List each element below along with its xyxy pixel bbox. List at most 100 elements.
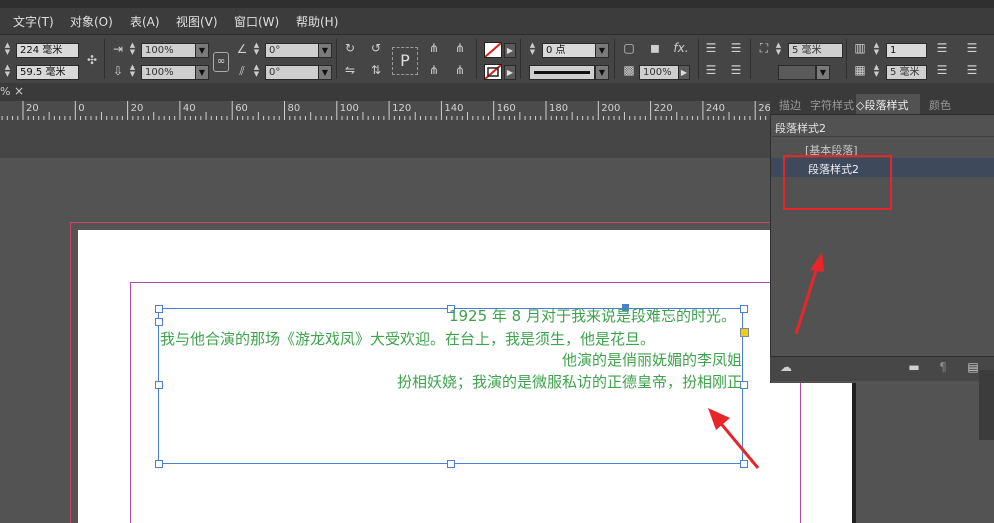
stroke-swatch[interactable] [484, 64, 502, 80]
cloud-library-icon[interactable]: ☁ [778, 360, 794, 374]
handle-bm[interactable] [447, 460, 455, 468]
columns-field[interactable]: 1 [886, 43, 927, 58]
fill-swatch[interactable] [484, 42, 502, 58]
ruler-label: 26 [758, 103, 771, 114]
stroke-weight-dropdown[interactable]: ▼ [595, 43, 609, 58]
flip-vertical-icon[interactable]: ⇅ [368, 63, 384, 77]
stroke-dropdown[interactable]: ▶ [504, 65, 516, 80]
x-field[interactable]: 224 毫米 [16, 43, 79, 58]
ruler-label: 20 [26, 103, 39, 114]
clear-overrides-icon[interactable]: ¶ [935, 360, 951, 374]
tab-stroke[interactable]: 描边 [779, 97, 801, 113]
text-line-4: 扮相妖娆；我演的是微服私访的正德皇帝，扮相刚正 [396, 373, 742, 391]
rotate-stepper[interactable]: ▲ ▼ [252, 42, 261, 57]
flip-horizontal-icon[interactable]: ⇋ [342, 63, 358, 77]
menu-object[interactable]: 对象(O) [70, 13, 113, 30]
opacity-field[interactable]: 100% [639, 65, 680, 80]
align-bottom-icon[interactable]: ☰ [703, 63, 719, 77]
select-content-icon[interactable]: ⋔ [426, 63, 442, 77]
drop-shadow-icon[interactable]: ▢ [621, 41, 637, 55]
gap-field[interactable]: 5 毫米 [788, 43, 843, 58]
scale-x-icon: ⇥ [112, 42, 124, 56]
new-group-icon[interactable]: ▬ [906, 360, 922, 374]
annotation-arrow-panel [794, 252, 824, 335]
text-line-3: 他演的是俏丽妩媚的李凤姐 [561, 351, 742, 369]
menu-help[interactable]: 帮助(H) [296, 13, 338, 30]
text-frame-symbol[interactable]: P [392, 47, 418, 75]
menu-view[interactable]: 视图(V) [176, 13, 218, 30]
text-wrap-icon[interactable]: ☰ [934, 41, 950, 55]
opacity-dropdown[interactable]: ▶ [678, 65, 690, 80]
y-field[interactable]: 59.5 毫米 [16, 65, 79, 80]
align-top-icon[interactable]: ☰ [703, 41, 719, 55]
reference-point-icon[interactable]: ✣ [84, 53, 100, 67]
effects-fx[interactable]: fx. [673, 41, 689, 55]
frame-inset-icon: ⛶ [759, 41, 769, 55]
para-justify-icon[interactable]: ☰ [964, 63, 980, 77]
shear-stepper[interactable]: ▲ ▼ [252, 64, 261, 79]
ruler-label: 160 [496, 103, 516, 114]
scale-y-dropdown[interactable]: ▼ [195, 65, 209, 80]
menu-window[interactable]: 窗口(W) [234, 13, 279, 30]
para-align-icon[interactable]: ☰ [964, 41, 980, 55]
ruler-label: 80 [287, 103, 301, 114]
select-previous-icon[interactable]: ⋔ [452, 41, 468, 55]
stroke-weight-field[interactable]: 0 点 [542, 43, 597, 58]
inset-field[interactable]: 5 毫米 [886, 65, 927, 80]
tab-char-style[interactable]: 字符样式 [810, 97, 854, 113]
fill-dropdown[interactable]: ▶ [504, 43, 516, 58]
x-stepper[interactable]: ▲ ▼ [3, 42, 12, 57]
justify-vertical-icon[interactable]: ☰ [728, 63, 744, 77]
handle-tl[interactable] [155, 305, 163, 313]
stroke-weight-stepper[interactable]: ▲ ▼ [528, 42, 537, 57]
close-tab-icon[interactable]: × [14, 84, 24, 98]
select-next-icon[interactable]: ⋔ [452, 63, 468, 77]
inset-stepper[interactable]: ▲ ▼ [872, 64, 881, 79]
corner-shape-dropdown[interactable]: ▼ [816, 65, 830, 80]
y-stepper[interactable]: ▲ ▼ [3, 64, 12, 79]
columns-stepper[interactable]: ▲ ▼ [872, 42, 881, 57]
document-tab-label[interactable]: % [0, 85, 10, 98]
rotate-icon: ∠ [236, 42, 248, 56]
tab-para-style-label: 段落样式 [864, 99, 909, 112]
rotate-ccw-icon[interactable]: ↺ [368, 41, 384, 55]
gap-stepper[interactable]: ▲ ▼ [774, 42, 783, 57]
handle-left-upper[interactable] [155, 318, 163, 326]
scale-x-field[interactable]: 100% [141, 43, 196, 58]
select-container-icon[interactable]: ⋔ [426, 41, 442, 55]
tab-para-style[interactable]: ◇段落样式 [856, 97, 908, 113]
menu-table[interactable]: 表(A) [130, 13, 160, 30]
shear-dropdown[interactable]: ▼ [318, 65, 332, 80]
stroke-type-select[interactable] [529, 65, 595, 80]
text-align-icon[interactable]: ☰ [934, 63, 950, 77]
ruler-label: 20 [130, 103, 144, 114]
scale-y-stepper[interactable]: ▲ ▼ [128, 64, 137, 79]
ruler-label: 140 [444, 103, 464, 114]
corner-shape-select[interactable] [778, 65, 816, 80]
ruler-label: 0 [78, 103, 85, 114]
corner-options-handle[interactable] [740, 328, 749, 337]
align-center-icon[interactable]: ☰ [728, 41, 744, 55]
rotate-cw-icon[interactable]: ↻ [342, 41, 358, 55]
shear-icon: ⫽ [239, 64, 245, 78]
columns-icon: ▥ [854, 41, 866, 55]
menu-text[interactable]: 文字(T) [13, 13, 54, 30]
rotate-field[interactable]: 0° [265, 43, 320, 58]
stroke-type-dropdown[interactable]: ▼ [595, 65, 609, 80]
handle-ml[interactable] [155, 381, 163, 389]
tab-color[interactable]: 颜色 [929, 97, 951, 113]
menu-bar: 文字(T) 对象(O) 表(A) 视图(V) 窗口(W) 帮助(H) [0, 0, 994, 34]
horizontal-ruler[interactable]: 20 0 20 40 60 80 100 120 140 160 180 200 220 240 26 [0, 101, 771, 121]
scale-x-dropdown[interactable]: ▼ [195, 43, 209, 58]
scale-x-stepper[interactable]: ▲ ▼ [128, 42, 137, 57]
ruler-label: 220 [653, 103, 673, 114]
handle-tr[interactable] [740, 305, 748, 313]
constrain-proportions-icon[interactable]: ∞ [213, 52, 229, 72]
shadow-box-icon[interactable]: ◼ [647, 41, 663, 55]
shear-field[interactable]: 0° [265, 65, 320, 80]
ruler-label: 200 [601, 103, 621, 114]
handle-bl[interactable] [155, 460, 163, 468]
panel-footer [770, 356, 994, 381]
scale-y-field[interactable]: 100% [141, 65, 196, 80]
rotate-dropdown[interactable]: ▼ [318, 43, 332, 58]
